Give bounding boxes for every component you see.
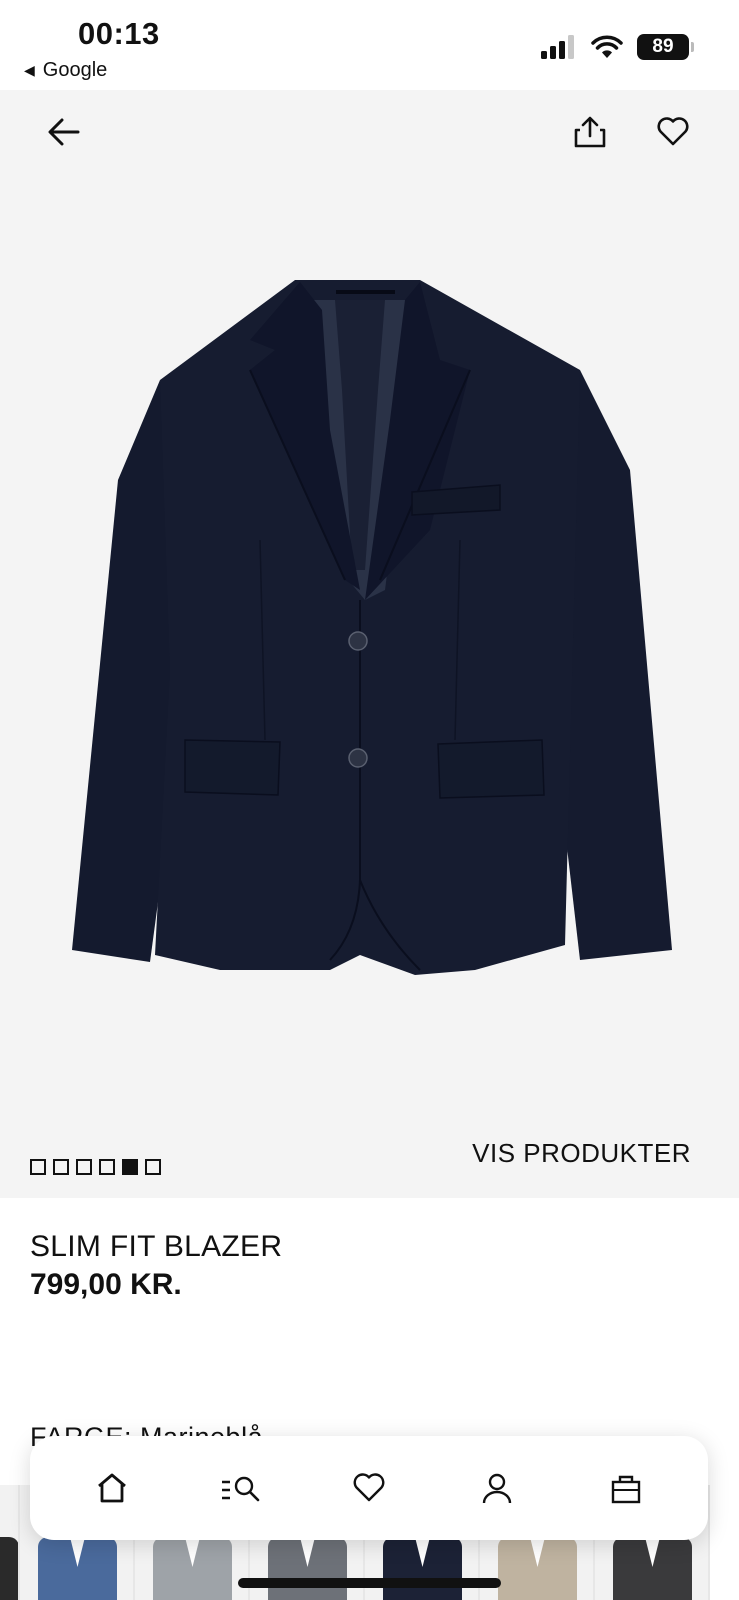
status-bar: 00:13 ◀ Google 89 — [0, 0, 739, 90]
pager-dot[interactable] — [99, 1159, 115, 1175]
bottom-tab-bar — [30, 1436, 708, 1540]
bag-icon — [611, 1475, 640, 1504]
battery-level: 89 — [652, 36, 674, 57]
arrow-left-icon — [48, 118, 80, 146]
tab-home[interactable] — [82, 1458, 142, 1518]
product-price: 799,00 KR. — [30, 1268, 182, 1301]
product-title: SLIM FIT BLAZER — [30, 1230, 283, 1263]
back-to-app[interactable]: ◀ Google — [24, 59, 107, 82]
tab-favorites[interactable] — [339, 1458, 399, 1518]
heart-icon — [657, 117, 689, 146]
heart-icon — [353, 1473, 385, 1502]
tab-bag[interactable] — [596, 1458, 656, 1518]
pager-dot-active[interactable] — [122, 1159, 138, 1175]
tab-account[interactable] — [467, 1458, 527, 1518]
status-time: 00:13 — [78, 16, 160, 51]
back-button[interactable] — [42, 110, 86, 154]
account-icon — [483, 1473, 512, 1504]
share-button[interactable] — [568, 110, 612, 154]
image-pager[interactable] — [30, 1159, 161, 1175]
color-swatch[interactable] — [0, 1485, 20, 1600]
battery-icon: 89 — [637, 34, 694, 60]
show-products-link[interactable]: VIS PRODUKTER — [472, 1138, 691, 1169]
search-icon — [221, 1476, 259, 1502]
share-icon — [574, 116, 606, 148]
product-image — [72, 280, 672, 975]
tab-search[interactable] — [211, 1458, 271, 1518]
favorite-button[interactable] — [651, 110, 695, 154]
status-icons: 89 — [541, 34, 694, 60]
back-app-label: Google — [42, 59, 108, 81]
wifi-icon — [591, 35, 623, 58]
pager-dot[interactable] — [76, 1159, 92, 1175]
home-indicator — [238, 1578, 501, 1588]
home-icon — [98, 1473, 127, 1503]
pager-dot[interactable] — [30, 1159, 46, 1175]
signal-icon — [541, 35, 574, 59]
pager-dot[interactable] — [53, 1159, 69, 1175]
swatch-jacket-thumbnail — [0, 1537, 18, 1600]
back-triangle-icon: ◀ — [24, 62, 35, 78]
pager-dot[interactable] — [145, 1159, 161, 1175]
